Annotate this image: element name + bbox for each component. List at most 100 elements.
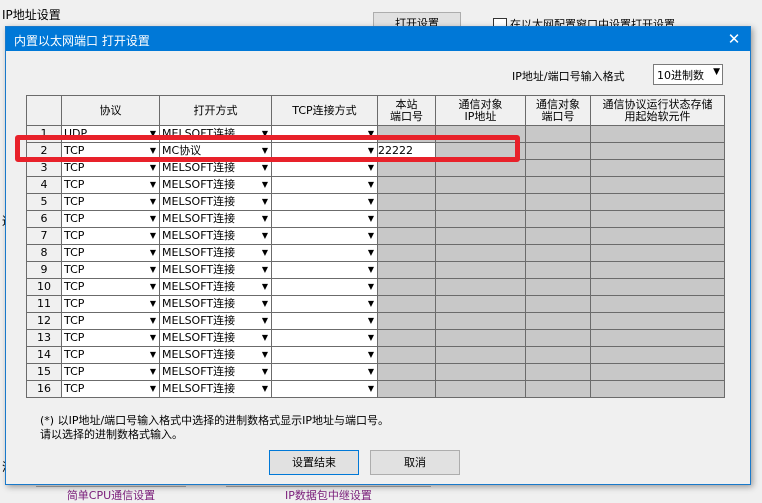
status-device-field[interactable] xyxy=(590,363,725,381)
peer-ip-field[interactable] xyxy=(435,346,526,364)
close-icon[interactable]: ✕ xyxy=(724,29,744,49)
local-port-field[interactable] xyxy=(377,278,436,296)
protocol-select[interactable]: TCP ▼ xyxy=(61,227,160,245)
protocol-select[interactable]: TCP ▼ xyxy=(61,329,160,347)
finish-settings-button[interactable]: 设置结束 xyxy=(269,450,359,475)
open-select[interactable]: MELSOFT连接 ▼ xyxy=(159,193,272,211)
peer-ip-field[interactable] xyxy=(435,244,526,262)
peer-port-field[interactable] xyxy=(525,346,591,364)
open-select[interactable]: MELSOFT连接 ▼ xyxy=(159,363,272,381)
status-device-field[interactable] xyxy=(590,261,725,279)
protocol-select[interactable]: TCP ▼ xyxy=(61,261,160,279)
peer-ip-field[interactable] xyxy=(435,363,526,381)
peer-port-field[interactable] xyxy=(525,312,591,330)
open-select[interactable]: MELSOFT连接 ▼ xyxy=(159,278,272,296)
protocol-select[interactable]: TCP ▼ xyxy=(61,193,160,211)
status-device-field[interactable] xyxy=(590,176,725,194)
tcp-select[interactable]: ▼ xyxy=(271,159,378,177)
status-device-field[interactable] xyxy=(590,227,725,245)
tcp-select[interactable]: ▼ xyxy=(271,227,378,245)
peer-ip-field[interactable] xyxy=(435,176,526,194)
peer-ip-field[interactable] xyxy=(435,295,526,313)
protocol-select[interactable]: TCP ▼ xyxy=(61,312,160,330)
tcp-select[interactable]: ▼ xyxy=(271,363,378,381)
open-select[interactable]: MELSOFT连接 ▼ xyxy=(159,380,272,398)
local-port-field[interactable] xyxy=(377,295,436,313)
peer-port-field[interactable] xyxy=(525,159,591,177)
peer-port-field[interactable] xyxy=(525,210,591,228)
local-port-field[interactable] xyxy=(377,227,436,245)
peer-port-field[interactable] xyxy=(525,142,591,160)
peer-ip-field[interactable] xyxy=(435,261,526,279)
local-port-field[interactable] xyxy=(377,261,436,279)
peer-ip-field[interactable] xyxy=(435,380,526,398)
protocol-select[interactable]: TCP ▼ xyxy=(61,159,160,177)
peer-ip-field[interactable] xyxy=(435,210,526,228)
peer-ip-field[interactable] xyxy=(435,329,526,347)
local-port-field[interactable] xyxy=(377,193,436,211)
peer-ip-field[interactable] xyxy=(435,227,526,245)
status-device-field[interactable] xyxy=(590,244,725,262)
peer-port-field[interactable] xyxy=(525,380,591,398)
open-select[interactable]: MELSOFT连接 ▼ xyxy=(159,176,272,194)
peer-port-field[interactable] xyxy=(525,244,591,262)
status-device-field[interactable] xyxy=(590,193,725,211)
tcp-select[interactable]: ▼ xyxy=(271,312,378,330)
status-device-field[interactable] xyxy=(590,329,725,347)
status-device-field[interactable] xyxy=(590,142,725,160)
ip-packet-relay-button[interactable]: IP数据包中继设置 xyxy=(226,486,431,502)
local-port-field[interactable] xyxy=(377,244,436,262)
protocol-select[interactable]: TCP ▼ xyxy=(61,176,160,194)
format-select[interactable]: 10进制数 ▼ xyxy=(653,64,723,85)
peer-port-field[interactable] xyxy=(525,278,591,296)
peer-port-field[interactable] xyxy=(525,125,591,143)
tcp-select[interactable]: ▼ xyxy=(271,244,378,262)
peer-port-field[interactable] xyxy=(525,176,591,194)
tcp-select[interactable]: ▼ xyxy=(271,295,378,313)
local-port-field[interactable] xyxy=(377,346,436,364)
local-port-field[interactable] xyxy=(377,176,436,194)
local-port-field[interactable] xyxy=(377,363,436,381)
protocol-select[interactable]: TCP ▼ xyxy=(61,346,160,364)
tcp-select[interactable]: ▼ xyxy=(271,176,378,194)
local-port-field[interactable] xyxy=(377,159,436,177)
open-select[interactable]: MELSOFT连接 ▼ xyxy=(159,210,272,228)
open-select[interactable]: MELSOFT连接 ▼ xyxy=(159,227,272,245)
open-select[interactable]: MELSOFT连接 ▼ xyxy=(159,329,272,347)
local-port-field[interactable] xyxy=(377,380,436,398)
protocol-select[interactable]: TCP ▼ xyxy=(61,210,160,228)
peer-port-field[interactable] xyxy=(525,363,591,381)
peer-ip-field[interactable] xyxy=(435,312,526,330)
status-device-field[interactable] xyxy=(590,159,725,177)
status-device-field[interactable] xyxy=(590,312,725,330)
open-select[interactable]: MELSOFT连接 ▼ xyxy=(159,261,272,279)
status-device-field[interactable] xyxy=(590,210,725,228)
status-device-field[interactable] xyxy=(590,346,725,364)
local-port-field[interactable] xyxy=(377,210,436,228)
local-port-field[interactable] xyxy=(377,312,436,330)
peer-ip-field[interactable] xyxy=(435,159,526,177)
peer-port-field[interactable] xyxy=(525,329,591,347)
protocol-select[interactable]: TCP ▼ xyxy=(61,295,160,313)
local-port-field[interactable] xyxy=(377,329,436,347)
tcp-select[interactable]: ▼ xyxy=(271,261,378,279)
cancel-button[interactable]: 取消 xyxy=(370,450,460,475)
status-device-field[interactable] xyxy=(590,278,725,296)
peer-port-field[interactable] xyxy=(525,193,591,211)
simple-cpu-comm-button[interactable]: 简单CPU通信设置 xyxy=(36,486,186,502)
tcp-select[interactable]: ▼ xyxy=(271,193,378,211)
peer-ip-field[interactable] xyxy=(435,193,526,211)
protocol-select[interactable]: TCP ▼ xyxy=(61,244,160,262)
tcp-select[interactable]: ▼ xyxy=(271,210,378,228)
open-select[interactable]: MELSOFT连接 ▼ xyxy=(159,295,272,313)
status-device-field[interactable] xyxy=(590,380,725,398)
status-device-field[interactable] xyxy=(590,295,725,313)
protocol-select[interactable]: TCP ▼ xyxy=(61,278,160,296)
tcp-select[interactable]: ▼ xyxy=(271,346,378,364)
peer-port-field[interactable] xyxy=(525,295,591,313)
peer-port-field[interactable] xyxy=(525,261,591,279)
open-select[interactable]: MELSOFT连接 ▼ xyxy=(159,312,272,330)
status-device-field[interactable] xyxy=(590,125,725,143)
peer-port-field[interactable] xyxy=(525,227,591,245)
protocol-select[interactable]: TCP ▼ xyxy=(61,380,160,398)
